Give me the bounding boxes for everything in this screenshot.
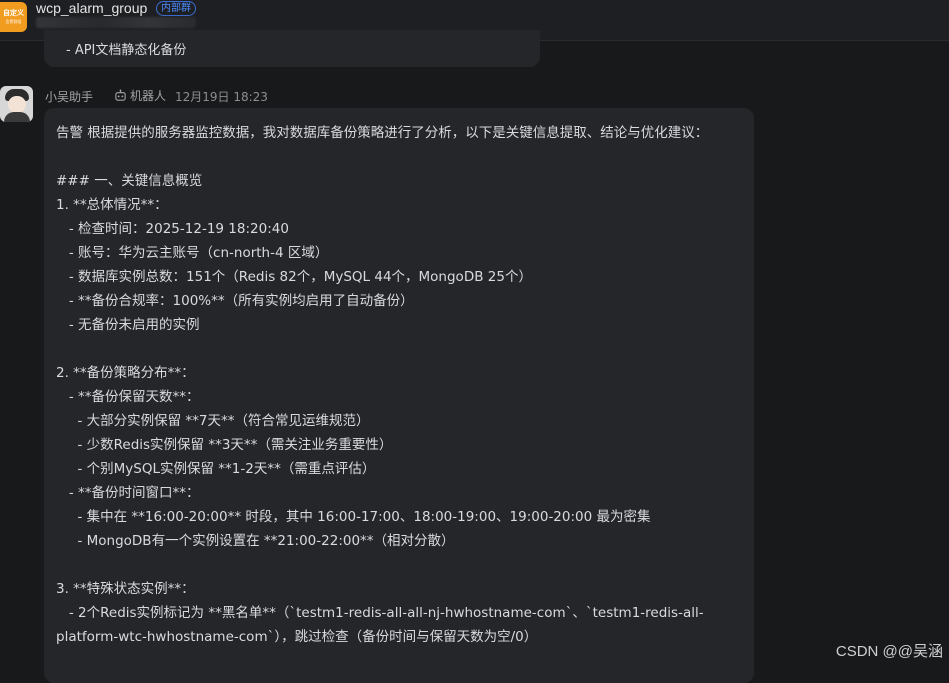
group-avatar[interactable]: 自定义 告警群组 (0, 2, 27, 32)
message-line (56, 145, 746, 169)
group-name[interactable]: wcp_alarm_group (36, 0, 147, 16)
message-line: - 检查时间：2025-12-19 18:20:40 (56, 221, 289, 237)
message-line: - 数据库实例总数：151个（Redis 82个，MySQL 44个，Mongo… (56, 269, 532, 285)
blurred-group-info (36, 17, 196, 28)
message-line: - 个别MySQL实例保留 **1-2天**（需重点评估） (56, 461, 376, 477)
message-line: - **备份保留天数**： (56, 389, 200, 405)
message-line: - **备份时间窗口**： (56, 485, 200, 501)
message-line: 告警 根据提供的服务器监控数据，我对数据库备份策略进行了分析，以下是关键信息提取… (56, 125, 709, 141)
message-line (56, 553, 746, 577)
group-avatar-subtext: 告警群组 (5, 19, 22, 24)
message-line: - 账号：华为云主账号（cn-north-4 区域） (56, 245, 329, 261)
message-bubble[interactable]: 告警 根据提供的服务器监控数据，我对数据库备份策略进行了分析，以下是关键信息提取… (44, 108, 754, 683)
robot-badge: 机器人 (114, 87, 166, 104)
message-body: 告警 根据提供的服务器监控数据，我对数据库备份策略进行了分析，以下是关键信息提取… (56, 121, 746, 649)
csdn-watermark: CSDN @@吴涵 (835, 643, 943, 660)
message-line: 3. **特殊状态实例**： (56, 581, 195, 597)
message-line: - 无备份未启用的实例 (56, 317, 200, 333)
message-line: - 大部分实例保留 **7天**（符合常见运维规范） (56, 413, 370, 429)
robot-badge-label: 机器人 (130, 89, 167, 103)
group-avatar-text: 自定义 (3, 9, 24, 17)
message-line: 2. **备份策略分布**： (56, 365, 195, 381)
message-line: 1. **总体情况**： (56, 197, 168, 213)
message-line: ### 一、关键信息概览 (56, 173, 203, 189)
previous-message-text: - API文档静态化备份 (66, 43, 187, 58)
internal-group-badge: 内部群 (156, 1, 196, 16)
message-line (56, 337, 746, 361)
message-line: - 集中在 **16:00-20:00** 时段，其中 16:00-17:00、… (56, 509, 651, 525)
message-line: - **备份合规率：100%**（所有实例均启用了自动备份） (56, 293, 414, 309)
message-line: platform-wtc-hwhostname-com`），跳过检查（备份时间与… (56, 629, 538, 645)
message-line: - MongoDB有一个实例设置在 **21:00-22:00**（相对分散） (56, 533, 455, 549)
message-line: - 2个Redis实例标记为 **黑名单**（`testm1-redis-all… (56, 605, 704, 621)
robot-icon (115, 89, 126, 101)
sender-avatar[interactable] (0, 86, 33, 122)
sender-name[interactable]: 小吴助手 (45, 88, 93, 105)
previous-message-bubble: - API文档静态化备份 (44, 30, 540, 67)
message-line: - 少数Redis实例保留 **3天**（需关注业务重要性） (56, 437, 393, 453)
message-timestamp: 12月19日 18:23 (175, 90, 268, 104)
